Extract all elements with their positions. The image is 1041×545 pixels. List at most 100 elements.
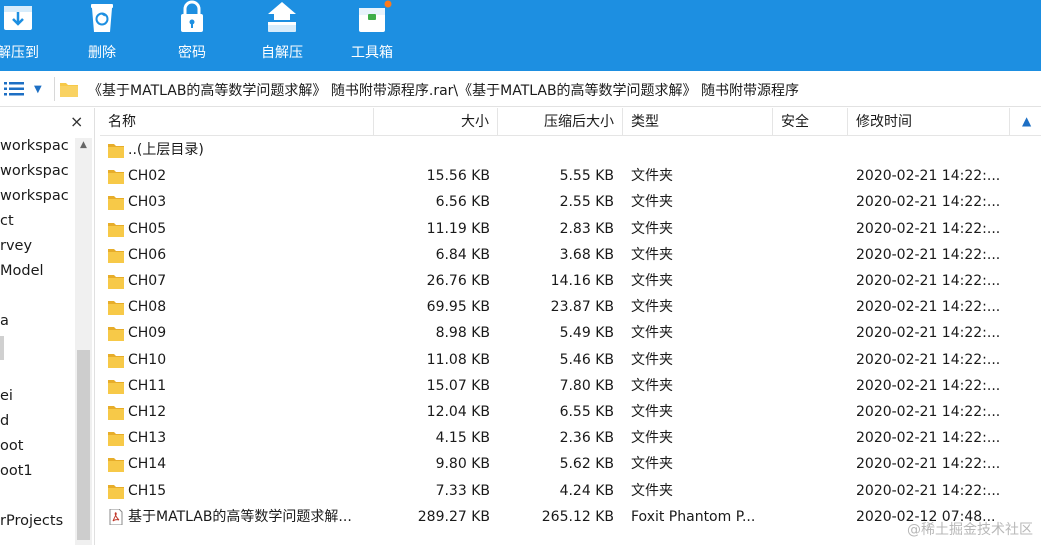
row-modified: 2020-02-21 14:22:... <box>856 456 1001 473</box>
tree-item[interactable]: ei <box>0 388 13 404</box>
tree-scrollbar[interactable]: ▲ <box>75 138 92 545</box>
folder-icon <box>108 458 124 473</box>
row-name: CH09 <box>128 325 167 342</box>
row-name: CH15 <box>128 482 167 499</box>
toolbox-button[interactable]: 工具箱 <box>332 0 412 71</box>
tree-item[interactable]: a <box>0 313 9 329</box>
table-row[interactable]: CH14 9.80 KB 5.62 KB 文件夹 2020-02-21 14:22:..… <box>100 451 1010 477</box>
row-packed-size: 5.49 KB <box>559 325 614 342</box>
table-row[interactable]: CH05 11.19 KB 2.83 KB 文件夹 2020-02-21 14:22:.… <box>100 216 1010 242</box>
toolbox-icon <box>359 0 392 32</box>
row-name: CH03 <box>128 194 167 211</box>
column-size[interactable]: 大小 <box>374 108 498 136</box>
row-type: 文件夹 <box>631 299 673 316</box>
table-row[interactable]: ..(上层目录) <box>100 137 1010 163</box>
column-type[interactable]: 类型 <box>623 108 773 136</box>
self-extract-button[interactable]: 自解压 <box>242 0 322 71</box>
row-name: CH07 <box>128 273 167 289</box>
delete-button[interactable]: 删除 <box>62 0 142 71</box>
row-size: 15.07 KB <box>426 377 490 394</box>
list-view-icon[interactable] <box>4 82 24 96</box>
row-type: 文件夹 <box>631 351 673 368</box>
folder-icon <box>108 144 124 158</box>
table-row[interactable]: CH03 6.56 KB 2.55 KB 文件夹 2020-02-21 14:22:..… <box>100 189 1010 215</box>
column-modified[interactable]: 修改时间 <box>848 108 1010 136</box>
lock-icon <box>181 0 203 32</box>
extract-button[interactable]: 解压到 <box>0 0 58 71</box>
password-button[interactable]: 密码 <box>152 0 232 71</box>
tree-scrollbar-thumb[interactable] <box>77 350 90 540</box>
tree-item[interactable]: d <box>0 413 9 429</box>
row-size: 7.33 KB <box>435 482 490 499</box>
table-row[interactable]: CH10 11.08 KB 5.46 KB 文件夹 2020-02-21 14:22:.… <box>100 347 1010 373</box>
row-packed-size: 3.68 KB <box>559 246 614 263</box>
row-type: 文件夹 <box>631 404 673 420</box>
row-size: 4.15 KB <box>435 430 490 447</box>
table-row[interactable]: CH09 8.98 KB 5.49 KB 文件夹 2020-02-21 14:22:..… <box>100 320 1010 346</box>
row-type: 文件夹 <box>631 482 673 499</box>
row-modified <box>856 137 1008 163</box>
table-row[interactable]: 基于MATLAB的高等数学问题求解... 289.27 KB 265.12 KB Fo… <box>100 504 1010 530</box>
recycle-bin-icon <box>91 4 113 32</box>
toolbox-label: 工具箱 <box>351 45 393 61</box>
table-row[interactable]: CH08 69.95 KB 23.87 KB 文件夹 2020-02-21 14:22:… <box>100 294 1010 320</box>
table-row[interactable]: CH13 4.15 KB 2.36 KB 文件夹 2020-02-21 14:22:..… <box>100 425 1010 451</box>
column-name[interactable]: 名称 <box>100 108 374 136</box>
row-packed-size: 14.16 KB <box>550 273 614 289</box>
table-row[interactable]: CH15 7.33 KB 4.24 KB 文件夹 2020-02-21 14:22:..… <box>100 478 1010 504</box>
folder-icon <box>108 275 124 289</box>
row-type <box>631 137 771 163</box>
row-type: 文件夹 <box>631 377 673 394</box>
tree-item[interactable]: workspac <box>0 163 69 179</box>
row-modified: 2020-02-21 14:22:... <box>856 404 1001 420</box>
row-modified: 2020-02-21 14:22:... <box>856 246 1001 263</box>
row-name: CH12 <box>128 404 167 420</box>
tree-item[interactable]: Model <box>0 263 44 279</box>
row-name: CH10 <box>128 351 167 368</box>
tree-item[interactable]: rProjects <box>0 513 63 529</box>
row-modified: 2020-02-21 14:22:... <box>856 194 1001 211</box>
folder-icon <box>108 406 124 420</box>
tree-item[interactable]: workspac <box>0 138 69 154</box>
row-size: 11.19 KB <box>426 220 490 237</box>
tree-item[interactable]: workspac <box>0 188 69 204</box>
row-size: 9.80 KB <box>435 456 490 473</box>
row-type: 文件夹 <box>631 168 673 185</box>
table-row[interactable]: CH11 15.07 KB 7.80 KB 文件夹 2020-02-21 14:22:.… <box>100 373 1010 399</box>
row-modified: 2020-02-21 14:22:... <box>856 168 1001 185</box>
tree-item[interactable]: oot <box>0 438 23 454</box>
folder-tree-panel: × workspac workspac workspac ct rvey Mod… <box>0 108 95 545</box>
tree-item[interactable]: ct <box>0 213 14 229</box>
file-list: 名称 大小 压缩后大小 类型 安全 修改时间 ▲ ..(上层目录) CH02 15.… <box>100 108 1041 545</box>
table-row[interactable]: CH02 15.56 KB 5.55 KB 文件夹 2020-02-21 14:22:.… <box>100 163 1010 189</box>
row-modified: 2020-02-21 14:22:... <box>856 299 1001 316</box>
row-size: 6.84 KB <box>435 246 490 263</box>
row-size <box>374 137 490 163</box>
row-packed-size: 5.55 KB <box>559 168 614 185</box>
row-modified: 2020-02-21 14:22:... <box>856 377 1001 394</box>
view-dropdown-icon[interactable]: ▼ <box>34 84 42 95</box>
row-size: 6.56 KB <box>435 194 490 211</box>
row-modified: 2020-02-21 14:22:... <box>856 482 1001 499</box>
tree-item[interactable]: oot1 <box>0 463 33 479</box>
scroll-up-icon[interactable]: ▲ <box>75 140 92 150</box>
folder-icon <box>108 432 124 447</box>
folder-icon <box>108 327 124 342</box>
row-modified: 2020-02-21 14:22:... <box>856 351 1001 368</box>
scroll-up-icon[interactable]: ▲ <box>1022 114 1031 128</box>
row-name: ..(上层目录) <box>128 142 204 158</box>
close-icon[interactable]: × <box>70 112 83 131</box>
table-row[interactable]: CH06 6.84 KB 3.68 KB 文件夹 2020-02-21 14:22:..… <box>100 242 1010 268</box>
row-packed-size: 2.36 KB <box>559 430 614 447</box>
tree-item[interactable]: rvey <box>0 238 32 254</box>
row-name: CH14 <box>128 456 167 473</box>
address-path[interactable]: 《基于MATLAB的高等数学问题求解》 随书附带源程序.rar\《基于MATLA… <box>88 80 799 100</box>
folder-icon <box>108 248 124 263</box>
column-security[interactable]: 安全 <box>773 108 848 136</box>
tree-selection-marker <box>0 336 4 360</box>
table-row[interactable]: CH07 26.76 KB 14.16 KB 文件夹 2020-02-21 14:22:… <box>100 268 1010 294</box>
table-row[interactable]: CH12 12.04 KB 6.55 KB 文件夹 2020-02-21 14:22:.… <box>100 399 1010 425</box>
column-packed-size[interactable]: 压缩后大小 <box>498 108 623 136</box>
self-extract-icon <box>268 2 296 32</box>
pdf-file-icon <box>109 508 123 525</box>
